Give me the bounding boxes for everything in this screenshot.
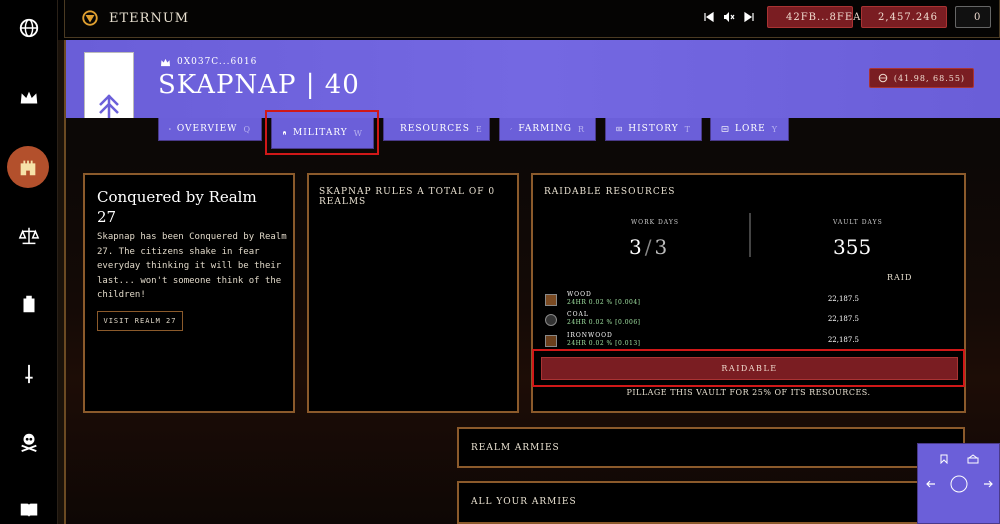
previous-track-icon[interactable] — [703, 11, 715, 23]
raid-column-label: RAID — [887, 273, 913, 282]
center-icon[interactable] — [950, 475, 968, 493]
scales-icon[interactable] — [0, 216, 58, 256]
world-icon — [878, 73, 888, 83]
vault-days-value: 355 — [833, 235, 872, 259]
castle-icon[interactable] — [7, 146, 49, 188]
tab-shortcut: R — [577, 124, 585, 134]
scroll-icon — [616, 126, 622, 132]
realm-title: SKAPNAP | 40 — [158, 70, 360, 100]
navigation-pad — [917, 443, 1000, 524]
top-bar: ETERNUM 42FB...8FEA 2,457.246 0 — [64, 0, 1000, 38]
brand: ETERNUM — [81, 9, 189, 27]
work-days-value: 3/3 — [629, 235, 668, 259]
wallet-address: 42FB...8FEA — [786, 11, 862, 23]
tab-label: FARMING — [518, 124, 572, 134]
lords-amount: 2,457.246 — [878, 11, 938, 23]
resource-amount: 22,187.5 — [827, 295, 859, 303]
arrow-left-icon[interactable] — [926, 480, 936, 488]
coordinates-badge[interactable]: (41.98, 68.55) — [869, 68, 974, 88]
active-tab-highlight — [265, 110, 379, 155]
your-armies-heading: ALL YOUR ARMIES — [471, 497, 577, 507]
crown-icon[interactable] — [0, 78, 58, 118]
resource-amount: 22,187.5 — [827, 336, 859, 344]
coordinates-text: (41.98, 68.55) — [893, 73, 966, 83]
sword-icon[interactable] — [0, 354, 58, 394]
tab-resources[interactable]: RESOURCES E — [383, 118, 490, 141]
tab-shortcut: Y — [771, 124, 778, 134]
resource-name: COAL — [567, 311, 589, 318]
mute-icon[interactable] — [723, 11, 735, 23]
media-controls — [703, 11, 755, 23]
resource-rate: 24HR 0.02 % [0.006] — [567, 319, 641, 326]
resource-name: IRONWOOD — [567, 332, 613, 339]
realms-ruled-panel: SKAPNAP RULES A TOTAL OF 0 REALMS — [307, 173, 519, 413]
world-icon[interactable] — [0, 8, 58, 48]
tab-overview[interactable]: OVERVIEW Q — [158, 118, 262, 141]
raidable-button[interactable]: RAIDABLE — [541, 357, 958, 380]
tab-farming[interactable]: FARMING R — [499, 118, 596, 141]
stats-divider — [749, 213, 751, 257]
tower-icon — [169, 128, 171, 130]
lords-balance[interactable]: 2,457.246 — [861, 6, 947, 28]
settings-button[interactable]: 0 — [955, 6, 991, 28]
tab-label: RESOURCES — [400, 124, 470, 134]
owner-address: 0X037C...6016 — [177, 57, 258, 67]
resource-row: COAL 24HR 0.02 % [0.006] 22,187.5 — [545, 311, 949, 331]
tab-label: HISTORY — [628, 124, 679, 134]
skull-icon[interactable] — [0, 422, 58, 462]
resource-rate: 24HR 0.02 % [0.004] — [567, 299, 641, 306]
realms-ruled-heading: SKAPNAP RULES A TOTAL OF 0 REALMS — [319, 187, 496, 207]
resource-name: WOOD — [567, 291, 592, 298]
arrow-right-icon[interactable] — [983, 480, 993, 488]
tab-label: LORE — [735, 124, 766, 134]
realm-armies-panel[interactable]: REALM ARMIES — [457, 427, 965, 468]
scroll-track — [58, 40, 66, 524]
tab-shortcut: Q — [243, 124, 251, 134]
realm-armies-heading: REALM ARMIES — [471, 442, 560, 453]
tab-label: OVERVIEW — [176, 124, 238, 134]
resource-amount: 22,187.5 — [827, 315, 859, 323]
eternum-logo-icon — [82, 10, 98, 26]
realm-owner: 0X037C...6016 — [160, 57, 257, 67]
tab-history[interactable]: HISTORY T — [605, 118, 702, 141]
work-days-label: WORK DAYS — [631, 219, 679, 226]
next-track-icon[interactable] — [743, 11, 755, 23]
resource-rate: 24HR 0.02 % [0.013] — [567, 340, 641, 347]
conquered-panel: Conquered by Realm 27 Skapnap has been C… — [83, 173, 295, 413]
tower-icon[interactable] — [0, 284, 58, 324]
ironwood-icon — [545, 335, 557, 347]
book-icon[interactable] — [0, 490, 58, 524]
tab-shortcut: T — [684, 124, 691, 134]
crown-icon — [161, 58, 170, 66]
home-icon[interactable] — [967, 454, 979, 464]
tab-lore[interactable]: LORE Y — [710, 118, 789, 141]
pillage-note: PILLAGE THIS VAULT FOR 25% OF ITS RESOUR… — [626, 388, 871, 397]
vault-days-label: VAULT DAYS — [833, 219, 883, 226]
wood-icon — [545, 294, 557, 306]
visit-realm-button[interactable]: VISIT REALM 27 — [97, 311, 183, 331]
scythe-icon — [510, 128, 513, 130]
your-armies-panel[interactable]: ALL YOUR ARMIES — [457, 481, 965, 524]
tab-shortcut: E — [475, 124, 483, 134]
settings-count: 0 — [974, 11, 982, 23]
work-days-total: 3 — [654, 235, 668, 259]
wallet-address-button[interactable]: 42FB...8FEA — [767, 6, 860, 28]
work-days-current: 3 — [629, 235, 642, 259]
resource-row: WOOD 24HR 0.02 % [0.004] 22,187.5 — [545, 291, 949, 311]
coal-icon — [545, 314, 557, 326]
conquered-description: Skapnap has been Conquered by Realm 27. … — [97, 232, 287, 300]
raidable-heading: RAIDABLE RESOURCES — [544, 187, 676, 197]
conquered-title: Conquered by Realm 27 — [97, 188, 257, 226]
scroll-icon — [721, 126, 729, 132]
left-rail — [0, 0, 58, 524]
app-title: ETERNUM — [109, 10, 190, 26]
bookmark-icon[interactable] — [939, 454, 949, 464]
